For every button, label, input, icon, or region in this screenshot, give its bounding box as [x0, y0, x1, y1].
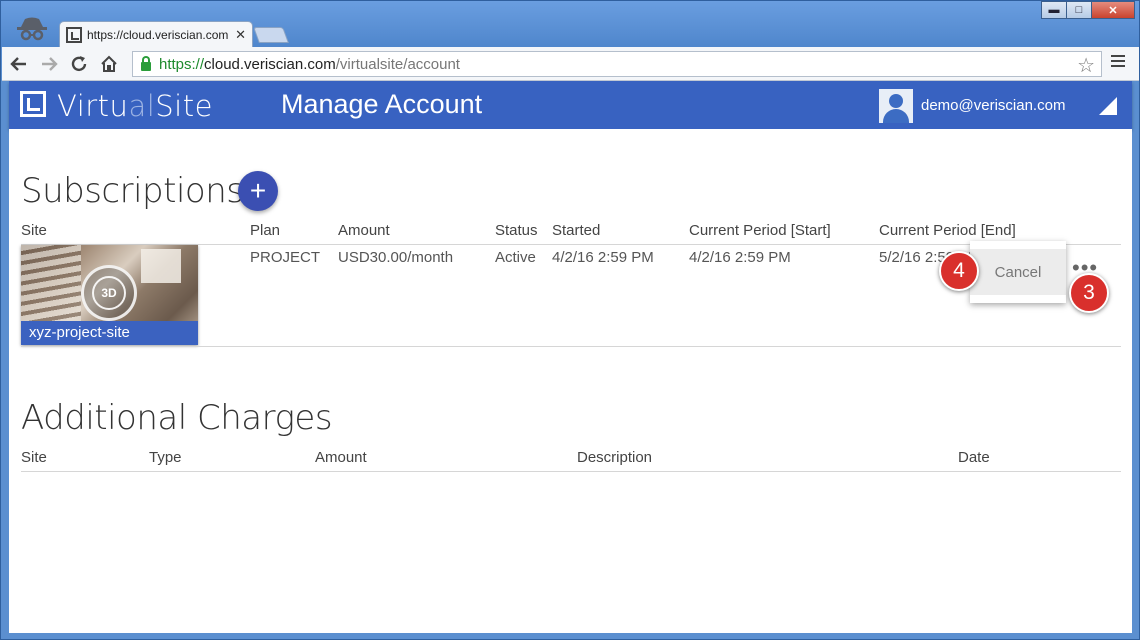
user-avatar[interactable] [879, 89, 913, 123]
address-bar[interactable]: https:// cloud.veriscian.com /virtualsit… [132, 51, 1102, 77]
tab-title: https://cloud.veriscian.com [87, 27, 229, 42]
logo-text-part-a: Virtu [57, 89, 129, 123]
charges-header-date: Date [958, 449, 990, 466]
main-content: Subscriptions + Site Plan Amount Status … [9, 129, 1132, 633]
logo-text-part-b: al [128, 89, 156, 123]
cell-started: 4/2/16 2:59 PM [552, 249, 654, 266]
add-subscription-button[interactable]: + [238, 171, 278, 211]
cell-plan: PROJECT [250, 249, 321, 266]
subscription-actions-menu: Cancel [970, 241, 1066, 303]
additional-charges-title: Additional Charges [21, 398, 333, 438]
maximize-button[interactable]: □ [1066, 1, 1092, 19]
corner-triangle-icon[interactable] [1099, 97, 1117, 115]
virtualsite-logo-icon[interactable] [20, 91, 46, 117]
url-host: cloud.veriscian.com [204, 55, 336, 73]
logo-text-part-c: Site [155, 89, 213, 123]
cell-period-start: 4/2/16 2:59 PM [689, 249, 791, 266]
column-header-started: Started [552, 222, 601, 239]
3d-badge-label: 3D [92, 276, 126, 310]
column-header-period-end: Current Period [End] [879, 222, 1016, 239]
close-window-button[interactable]: ✕ [1091, 1, 1135, 19]
browser-tab[interactable]: https://cloud.veriscian.com ✕ [59, 21, 253, 47]
cell-amount: USD30.00/month [338, 249, 454, 266]
charges-header-amount: Amount [315, 449, 367, 466]
column-header-amount: Amount [338, 222, 390, 239]
cell-status: Active [495, 249, 536, 266]
3d-view-icon: 3D [81, 265, 137, 321]
minimize-button[interactable]: ▬ [1041, 1, 1067, 19]
step-callout-4: 4 [939, 251, 979, 291]
browser-window: https://cloud.veriscian.com ✕ ▬ □ ✕ http… [0, 0, 1140, 640]
column-header-plan: Plan [250, 222, 281, 239]
url-scheme: https:// [159, 55, 205, 73]
site-favicon-icon [66, 26, 82, 43]
new-tab-button[interactable] [253, 27, 289, 43]
title-bar: https://cloud.veriscian.com ✕ ▬ □ ✕ [1, 1, 1139, 47]
forward-arrow-icon[interactable] [36, 51, 62, 77]
cancel-subscription-option[interactable]: Cancel [970, 249, 1066, 295]
step-callout-3: 3 [1069, 273, 1109, 313]
row-divider [21, 346, 1121, 347]
charges-header-description: Description [577, 449, 653, 466]
column-header-status: Status [495, 222, 538, 239]
hamburger-menu-icon[interactable] [1111, 55, 1125, 70]
lock-icon [141, 55, 151, 71]
reload-icon[interactable] [66, 51, 92, 77]
app-header: VirtualSite Manage Account demo@veriscia… [9, 81, 1132, 129]
browser-toolbar: https:// cloud.veriscian.com /virtualsit… [2, 47, 1139, 81]
url-path: /virtualsite/account [335, 55, 460, 73]
site-thumbnail[interactable]: 3D xyz-project-site [21, 245, 198, 345]
user-email[interactable]: demo@veriscian.com [921, 97, 1065, 114]
back-arrow-icon[interactable] [6, 51, 32, 77]
tab-close-icon[interactable]: ✕ [235, 27, 246, 43]
charges-header-divider [21, 471, 1121, 472]
app-logo-text[interactable]: VirtualSite [57, 89, 213, 123]
bookmark-star-icon[interactable]: ☆ [1077, 53, 1095, 78]
page-title: Manage Account [281, 89, 483, 119]
home-icon[interactable] [96, 51, 122, 77]
charges-header-site: Site [21, 449, 47, 466]
subscriptions-title: Subscriptions [21, 171, 244, 211]
column-header-period-start: Current Period [Start] [689, 222, 831, 239]
column-header-site: Site [21, 222, 47, 239]
site-name-label: xyz-project-site [21, 321, 198, 345]
window-controls: ▬ □ ✕ [1041, 1, 1135, 19]
incognito-icon [13, 15, 51, 43]
charges-header-type: Type [149, 449, 182, 466]
